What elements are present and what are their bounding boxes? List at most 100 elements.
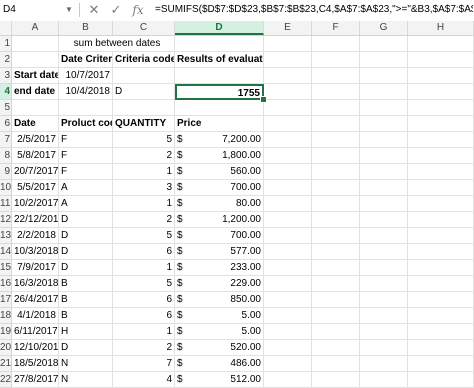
column-header-h[interactable]: H <box>408 21 474 35</box>
cell-h-3[interactable] <box>408 68 474 84</box>
cell-d-16[interactable]: $229.00 <box>175 276 264 292</box>
cell-c-14[interactable]: 6 <box>113 244 175 260</box>
cell-g-7[interactable] <box>360 132 408 148</box>
cell-e-1[interactable] <box>264 36 312 52</box>
row-header[interactable]: 9 <box>0 164 12 180</box>
cell-f-17[interactable] <box>312 292 360 308</box>
column-header-c[interactable]: C <box>113 21 175 35</box>
fx-icon[interactable]: fx <box>130 1 146 19</box>
column-header-e[interactable]: E <box>264 21 312 35</box>
cell-d-1[interactable] <box>175 36 264 52</box>
cell-f-6[interactable] <box>312 116 360 132</box>
cell-a-12[interactable]: 22/12/2017 <box>12 212 59 228</box>
cell-g-17[interactable] <box>360 292 408 308</box>
row-header[interactable]: 21 <box>0 356 12 372</box>
row-header[interactable]: 19 <box>0 324 12 340</box>
cell-e-3[interactable] <box>264 68 312 84</box>
cell-g-20[interactable] <box>360 340 408 356</box>
row-header[interactable]: 6 <box>0 116 12 132</box>
cell-d-19[interactable]: $5.00 <box>175 324 264 340</box>
cell-f-20[interactable] <box>312 340 360 356</box>
cell-e-10[interactable] <box>264 180 312 196</box>
cell-h-17[interactable] <box>408 292 474 308</box>
cell-f-2[interactable] <box>312 52 360 68</box>
formula-input[interactable]: =SUMIFS($D$7:$D$23,$B$7:$B$23,C4,$A$7:$A… <box>155 2 473 18</box>
cell-h-16[interactable] <box>408 276 474 292</box>
cell-h-6[interactable] <box>408 116 474 132</box>
cell-c-16[interactable]: 5 <box>113 276 175 292</box>
row-header[interactable]: 20 <box>0 340 12 356</box>
cell-d-12[interactable]: $1,200.00 <box>175 212 264 228</box>
cell-c-1[interactable] <box>113 36 175 52</box>
cell-b-2[interactable]: Date Criteria <box>59 52 113 68</box>
cell-c-17[interactable]: 6 <box>113 292 175 308</box>
cell-a-20[interactable]: 12/10/2017 <box>12 340 59 356</box>
cell-c-18[interactable]: 6 <box>113 308 175 324</box>
cell-a-18[interactable]: 4/1/2018 <box>12 308 59 324</box>
cell-d-15[interactable]: $233.00 <box>175 260 264 276</box>
cell-g-13[interactable] <box>360 228 408 244</box>
cell-g-22[interactable] <box>360 372 408 388</box>
cell-a-21[interactable]: 18/5/2018 <box>12 356 59 372</box>
row-header[interactable]: 12 <box>0 212 12 228</box>
cell-b-4[interactable]: 10/4/2018 <box>59 84 113 100</box>
cell-e-15[interactable] <box>264 260 312 276</box>
row-header[interactable]: 10 <box>0 180 12 196</box>
cell-b-17[interactable]: B <box>59 292 113 308</box>
cell-h-15[interactable] <box>408 260 474 276</box>
cell-d-14[interactable]: $577.00 <box>175 244 264 260</box>
name-box-dropdown-icon[interactable]: ▼ <box>65 2 77 18</box>
cell-h-19[interactable] <box>408 324 474 340</box>
cell-b-16[interactable]: B <box>59 276 113 292</box>
cell-f-5[interactable] <box>312 100 360 116</box>
cell-h-9[interactable] <box>408 164 474 180</box>
cell-d-21[interactable]: $486.00 <box>175 356 264 372</box>
cell-f-14[interactable] <box>312 244 360 260</box>
cell-f-7[interactable] <box>312 132 360 148</box>
cell-c-9[interactable]: 1 <box>113 164 175 180</box>
cell-f-1[interactable] <box>312 36 360 52</box>
cell-f-10[interactable] <box>312 180 360 196</box>
cell-b-15[interactable]: D <box>59 260 113 276</box>
cell-a-1[interactable] <box>12 36 59 52</box>
cell-g-10[interactable] <box>360 180 408 196</box>
cell-c-10[interactable]: 3 <box>113 180 175 196</box>
cell-d-20[interactable]: $520.00 <box>175 340 264 356</box>
cell-b-9[interactable]: F <box>59 164 113 180</box>
cell-g-2[interactable] <box>360 52 408 68</box>
row-header[interactable]: 16 <box>0 276 12 292</box>
cell-f-12[interactable] <box>312 212 360 228</box>
cell-c-22[interactable]: 4 <box>113 372 175 388</box>
cell-d-7[interactable]: $7,200.00 <box>175 132 264 148</box>
cell-h-22[interactable] <box>408 372 474 388</box>
cell-h-8[interactable] <box>408 148 474 164</box>
cell-e-13[interactable] <box>264 228 312 244</box>
cell-c-2[interactable]: Criteria code <box>113 52 175 68</box>
cell-e-16[interactable] <box>264 276 312 292</box>
cell-f-9[interactable] <box>312 164 360 180</box>
cell-d-6[interactable]: Price <box>175 116 264 132</box>
cell-a-5[interactable] <box>12 100 59 116</box>
row-header[interactable]: 5 <box>0 100 12 116</box>
cell-b-13[interactable]: D <box>59 228 113 244</box>
cell-c-4[interactable]: D <box>113 84 175 100</box>
row-header[interactable]: 14 <box>0 244 12 260</box>
column-header-f[interactable]: F <box>312 21 360 35</box>
column-header-b[interactable]: B <box>59 21 113 35</box>
row-header[interactable]: 1 <box>0 36 12 52</box>
cell-a-19[interactable]: 6/11/2017 <box>12 324 59 340</box>
cell-b-7[interactable]: F <box>59 132 113 148</box>
select-all-corner[interactable] <box>0 21 12 35</box>
name-box[interactable]: D4 <box>0 2 62 18</box>
row-header[interactable]: 4 <box>0 84 12 100</box>
cell-f-16[interactable] <box>312 276 360 292</box>
cell-b-21[interactable]: N <box>59 356 113 372</box>
cell-b-20[interactable]: D <box>59 340 113 356</box>
cell-a-3[interactable]: Start date <box>12 68 59 84</box>
row-header[interactable]: 22 <box>0 372 12 388</box>
cell-g-14[interactable] <box>360 244 408 260</box>
x-icon[interactable]: ✕ <box>86 1 102 19</box>
cell-b-5[interactable] <box>59 100 113 116</box>
cell-e-6[interactable] <box>264 116 312 132</box>
cell-g-19[interactable] <box>360 324 408 340</box>
